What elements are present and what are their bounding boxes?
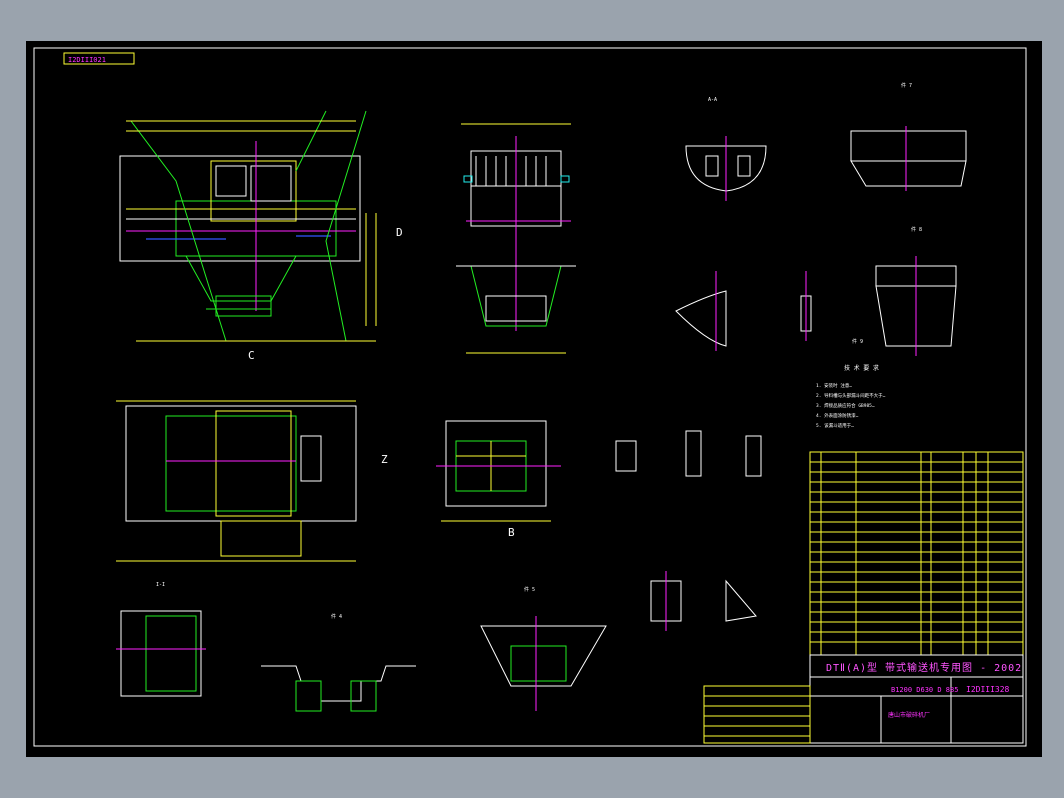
part5-view (480, 616, 607, 711)
section-mark-c: C (248, 349, 255, 362)
title-sub-code: B1200 D630 D 885 (891, 686, 958, 694)
title-main: DTⅡ(A)型 带式输送机专用图 - 2002 (826, 661, 1022, 674)
parts-list-table (809, 451, 1024, 656)
tech-req-line-1: 1. 安装时 注意… (816, 382, 852, 389)
drawing-svg: I2DIII021 D C Z B A-A 件 7 件 8 件 9 I-I 件 … (33, 47, 1027, 747)
tech-requirements: 技 术 要 求 1. 安装时 注意… 2. 导料槽与头部漏斗间距不大于… 3. … (816, 364, 886, 429)
tech-req-line-5: 5. 该漏斗适用于… (816, 422, 854, 429)
view-label-part8: 件 8 (911, 226, 922, 233)
view-label-part7: 件 7 (901, 82, 912, 89)
mid-plan-view (436, 420, 561, 522)
detail-part8-view (875, 256, 957, 356)
detail-aa-view (685, 136, 767, 201)
view-label-aa: A-A (708, 97, 717, 103)
detail-section-views (615, 271, 812, 477)
view-label-part9: 件 9 (852, 338, 863, 345)
section-mark-b: B (508, 526, 515, 539)
part4-view (261, 665, 416, 712)
cad-drawing-canvas: I2DIII021 D C Z B A-A 件 7 件 8 件 9 I-I 件 … (26, 41, 1042, 757)
tech-req-line-2: 2. 导料槽与头部漏斗间距不大于… (816, 392, 886, 399)
title-company: 唐山市破碎机厂 (888, 711, 930, 719)
bracket-detail-view (650, 571, 757, 631)
view-label-part5: 件 5 (524, 586, 535, 593)
detail-part7-view (850, 126, 967, 191)
tech-req-line-4: 4. 外表面涂防锈漆… (816, 412, 859, 419)
plan-view (116, 400, 357, 562)
side-elevation-view (456, 123, 576, 354)
section-mark-d: D (396, 226, 403, 239)
tech-requirements-heading: 技 术 要 求 (844, 364, 879, 372)
section-mark-z: Z (381, 453, 388, 466)
view-label-part4: 件 4 (331, 613, 342, 620)
title-drawing-code: I2DIII328 (966, 685, 1010, 694)
view-label-ii: I-I (156, 582, 165, 588)
tech-req-line-3: 3. 焊接品质应符合 GB985… (816, 402, 875, 409)
section-ii-view (116, 610, 206, 697)
drawing-number-tag: I2DIII021 (68, 56, 106, 64)
front-elevation-view (119, 110, 377, 342)
